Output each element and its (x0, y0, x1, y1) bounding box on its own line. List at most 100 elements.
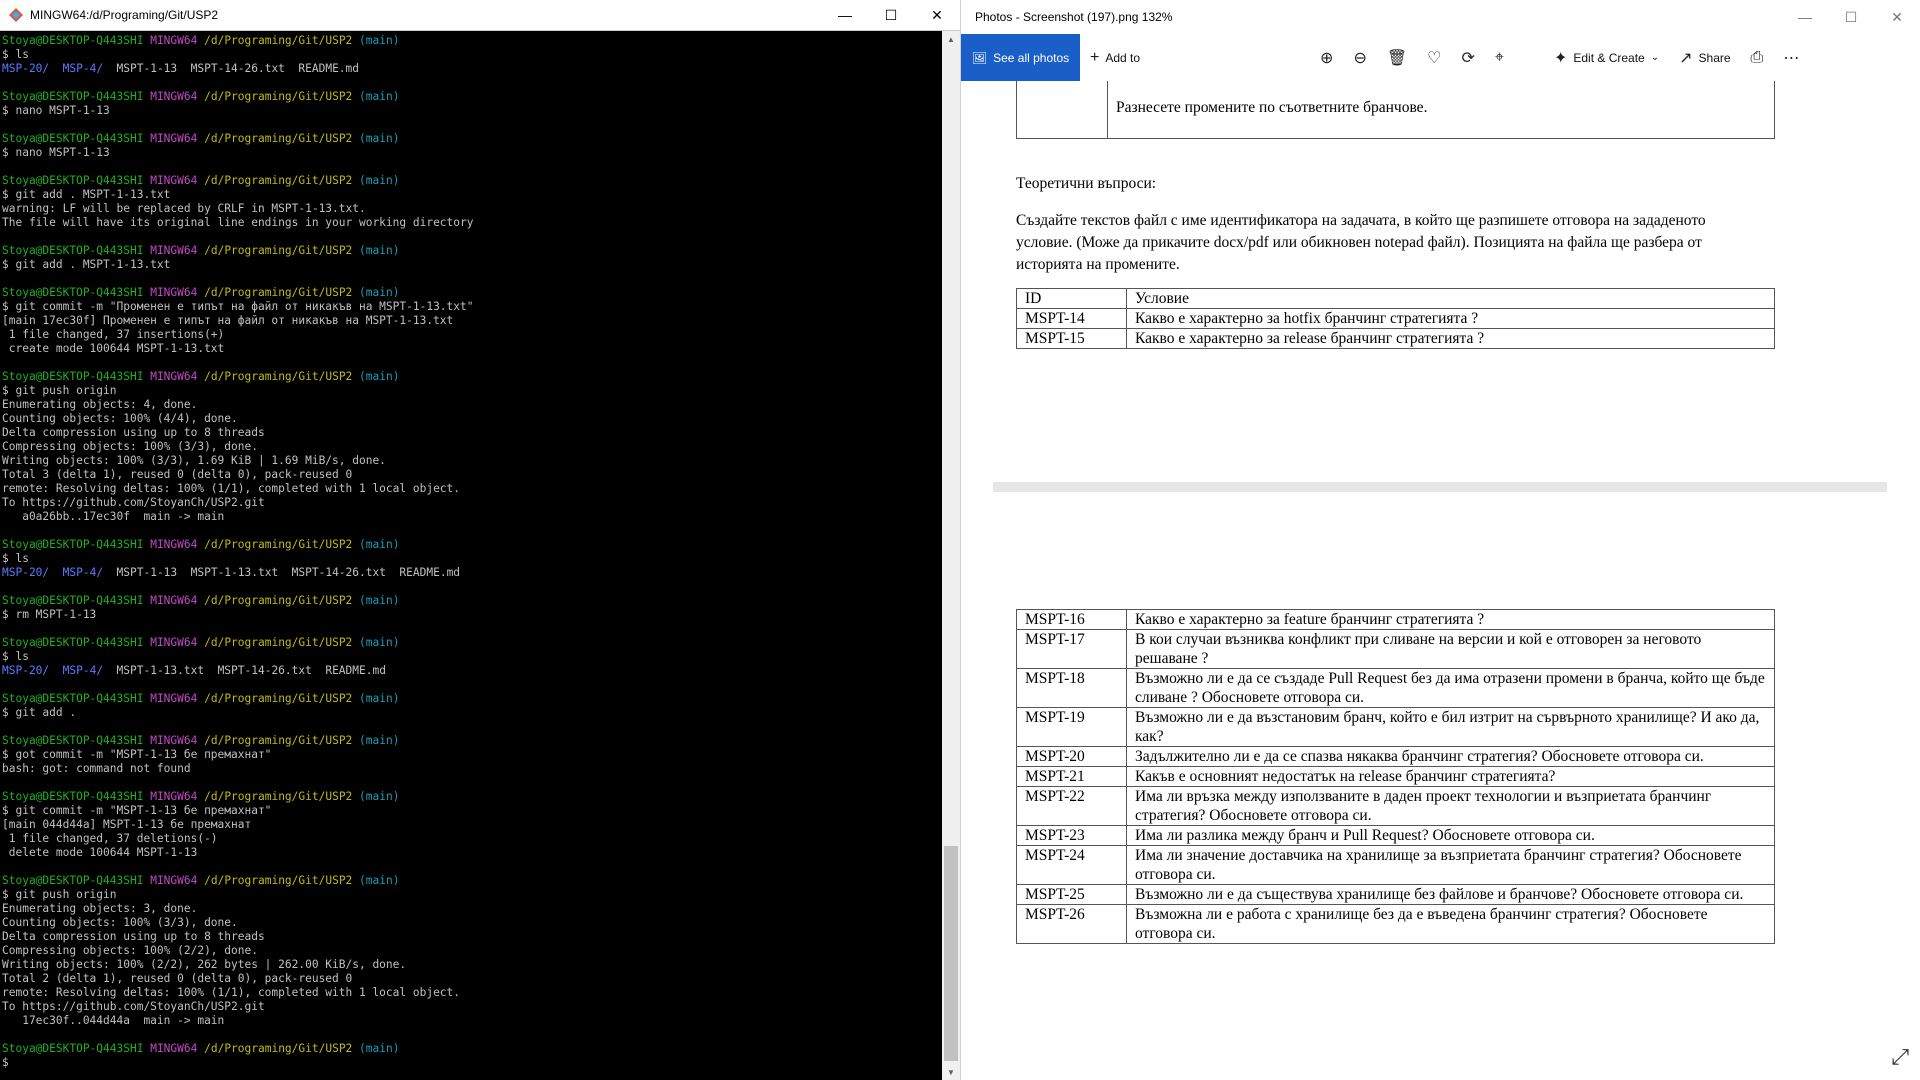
prompt-env: MINGW64 (150, 636, 198, 649)
edit-create-button[interactable]: ✦ Edit & Create ⌄ (1544, 34, 1669, 81)
prompt-branch: (main) (359, 1042, 400, 1055)
maximize-button[interactable]: ☐ (868, 0, 914, 31)
output-line: [main 17ec30f] Променен е типът на файл … (2, 314, 454, 327)
photos-titlebar[interactable]: Photos - Screenshot (197).png 132% — ☐ ✕ (961, 0, 1920, 34)
terminal-titlebar[interactable]: MINGW64:/d/Programing/Git/USP2 — ☐ ✕ (0, 0, 960, 31)
scroll-up-arrow-icon[interactable]: ▲ (942, 31, 960, 47)
output-line: 1 file changed, 37 deletions(-) (2, 832, 218, 845)
maximize-button[interactable]: ☐ (1828, 2, 1874, 33)
prompt-user: Stoya@DESKTOP-Q443SHI (2, 286, 144, 299)
photo-viewer[interactable]: Разнесете промените по съответните бранч… (961, 81, 1920, 1080)
photos-window[interactable]: Photos - Screenshot (197).png 132% — ☐ ✕… (960, 0, 1920, 1080)
scrollbar-thumb[interactable] (944, 846, 958, 1061)
terminal-scrollbar[interactable]: ▲ ▼ (942, 31, 960, 1080)
prompt-path: /d/Programing/Git/USP2 (204, 538, 353, 551)
prompt-env: MINGW64 (150, 90, 198, 103)
trash-icon: 🗑 (1386, 49, 1408, 67)
crop-button[interactable]: ⌖ (1485, 34, 1514, 81)
scroll-down-arrow-icon[interactable]: ▼ (942, 1064, 960, 1080)
output-line: $ nano MSPT-1-13 (2, 146, 110, 159)
print-button[interactable]: ⎙ (1741, 34, 1774, 81)
prompt-line: Stoya@DESKTOP-Q443SHI MINGW64 /d/Program… (2, 538, 942, 552)
questions-table-2: MSPT-16 Какво е характерно за feature бра… (1016, 609, 1775, 944)
top-cell-text: Разнесете промените по съответните бранч… (1116, 99, 1428, 116)
condition-cell: Какво е характерно за release бранчинг с… (1126, 328, 1775, 349)
output-line: To https://github.com/StoyanCh/USP2.git (2, 496, 265, 509)
prompt-branch: (main) (359, 538, 400, 551)
dir-entry: MSP-4/ (62, 566, 104, 579)
minimize-button[interactable]: — (822, 0, 868, 31)
output-line: Counting objects: 100% (3/3), done. (2, 916, 238, 929)
expand-icon[interactable]: ⤢ (1891, 1044, 1909, 1070)
output-line: [main 044d44a] MSPT-1-13 бе премахнат (2, 818, 252, 831)
theory-heading: Теоретични въпроси: (1016, 175, 1157, 192)
see-all-photos-button[interactable]: 🖼 See all photos (961, 34, 1080, 81)
table-row: MSPT-20 Задължително ли е да се спазва ня… (1016, 746, 1775, 767)
minimize-button[interactable]: — (1782, 2, 1828, 33)
rotate-button[interactable]: ⟳ (1452, 34, 1485, 81)
output-line: $ got commit -m "MSPT-1-13 бе премахнат" (2, 748, 272, 761)
prompt-branch: (main) (359, 734, 400, 747)
table-row: MSPT-24 Има ли значение доставчика на хра… (1016, 845, 1775, 885)
prompt-line: Stoya@DESKTOP-Q443SHI MINGW64 /d/Program… (2, 790, 942, 804)
prompt-user: Stoya@DESKTOP-Q443SHI (2, 790, 144, 803)
prompt-path: /d/Programing/Git/USP2 (204, 734, 353, 747)
file-entries: MSPT-1-13.txt MSPT-14-26.txt README.md (103, 664, 386, 677)
output-line: $ ls (2, 552, 29, 565)
prompt-env: MINGW64 (150, 244, 198, 257)
condition-cell: Има ли значение доставчика на хранилище … (1126, 845, 1775, 885)
zoom-out-icon: ⊖ (1353, 49, 1367, 67)
output-line: $ git add . MSPT-1-13.txt (2, 258, 171, 271)
task-id-cell: MSPT-20 (1016, 746, 1127, 767)
prompt-user: Stoya@DESKTOP-Q443SHI (2, 132, 144, 145)
terminal-window[interactable]: MINGW64:/d/Programing/Git/USP2 — ☐ ✕ Sto… (0, 0, 960, 1080)
file-entries: MSPT-1-13 MSPT-1-13.txt MSPT-14-26.txt R… (103, 566, 461, 579)
more-dots-icon: ⋯ (1783, 49, 1800, 67)
output-line: warning: LF will be replaced by CRLF in … (2, 202, 366, 215)
output-line: create mode 100644 MSPT-1-13.txt (2, 342, 225, 355)
terminal-output[interactable]: Stoya@DESKTOP-Q443SHI MINGW64 /d/Program… (0, 31, 942, 1080)
share-button[interactable]: ↗ Share (1669, 34, 1740, 81)
prompt-path: /d/Programing/Git/USP2 (204, 90, 353, 103)
add-to-button[interactable]: + Add to (1080, 34, 1150, 81)
table-row: MSPT-25 Възможно ли е да съществува храни… (1016, 884, 1775, 905)
dir-entry: MSP-20/ (2, 62, 50, 75)
zoom-in-icon: ⊕ (1320, 49, 1334, 67)
prompt-branch: (main) (359, 132, 400, 145)
prompt-branch: (main) (359, 34, 400, 47)
delete-button[interactable]: 🗑 (1377, 34, 1417, 81)
prompt-user: Stoya@DESKTOP-Q443SHI (2, 734, 144, 747)
prompt-line: Stoya@DESKTOP-Q443SHI MINGW64 /d/Program… (2, 34, 942, 48)
zoom-out-button[interactable]: ⊖ (1343, 34, 1376, 81)
prompt-user: Stoya@DESKTOP-Q443SHI (2, 594, 144, 607)
questions-table-1: ID Условие MSPT-14 Какво е характерно за … (1016, 288, 1775, 349)
output-line: $ (2, 1056, 9, 1069)
prompt-path: /d/Programing/Git/USP2 (204, 1042, 353, 1055)
prompt-line: Stoya@DESKTOP-Q443SHI MINGW64 /d/Program… (2, 874, 942, 888)
table-row: MSPT-19 Възможно ли е да възстановим бран… (1016, 707, 1775, 747)
table-header-row: ID Условие (1016, 288, 1775, 309)
close-button[interactable]: ✕ (1874, 2, 1920, 33)
task-id-cell: MSPT-15 (1016, 328, 1127, 349)
prompt-line: Stoya@DESKTOP-Q443SHI MINGW64 /d/Program… (2, 370, 942, 384)
prompt-env: MINGW64 (150, 692, 198, 705)
close-button[interactable]: ✕ (914, 0, 960, 31)
more-button[interactable]: ⋯ (1773, 34, 1809, 81)
zoom-in-button[interactable]: ⊕ (1310, 34, 1343, 81)
table-row: MSPT-15 Какво е характерно за release бра… (1016, 328, 1775, 349)
favorite-button[interactable]: ♡ (1417, 34, 1451, 81)
prompt-path: /d/Programing/Git/USP2 (204, 244, 353, 257)
prompt-branch: (main) (359, 286, 400, 299)
output-line: $ nano MSPT-1-13 (2, 104, 110, 117)
output-line: $ ls (2, 48, 29, 61)
output-line: Delta compression using up to 8 threads (2, 426, 265, 439)
condition-cell: Има ли разлика между бранч и Pull Reques… (1126, 825, 1775, 846)
prompt-user: Stoya@DESKTOP-Q443SHI (2, 244, 144, 257)
table-row: MSPT-14 Какво е характерно за hotfix бран… (1016, 308, 1775, 329)
photos-title: Photos - Screenshot (197).png 132% (975, 10, 1173, 24)
